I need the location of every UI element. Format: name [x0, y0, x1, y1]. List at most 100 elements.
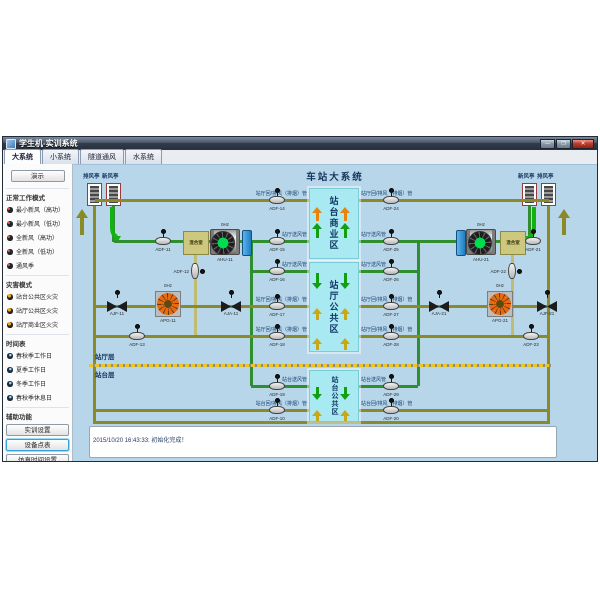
sidebar-item[interactable]: 通风季 [7, 261, 69, 270]
damper-icon[interactable] [523, 332, 539, 340]
shaft-label: 排风亭 [537, 172, 554, 180]
fan-icon [7, 207, 13, 213]
maximize-button[interactable] [556, 139, 571, 149]
tab-大系统[interactable]: 大系统 [4, 149, 41, 165]
device-label: ADF-20 [371, 416, 411, 421]
damper-icon[interactable] [269, 196, 285, 204]
damper-icon[interactable] [155, 237, 171, 245]
vent-shaft [522, 183, 537, 206]
flow-arrow-stem [316, 343, 319, 350]
duct-label: 站厅回/排风（排烟）管 [217, 327, 307, 333]
damper-icon[interactable] [383, 196, 399, 204]
damper-icon[interactable] [269, 382, 285, 390]
damper-icon[interactable] [269, 406, 285, 414]
device-label: ADF-14 [257, 206, 297, 211]
fire-icon [7, 322, 13, 328]
damper-icon[interactable] [383, 332, 399, 340]
aux-button[interactable]: 设备点表 [6, 439, 69, 451]
damper-icon[interactable] [191, 263, 199, 279]
sidebar-item[interactable]: 夏季工作日 [7, 365, 69, 374]
shaft-label: 新风亭 [102, 172, 119, 180]
vent-shaft [106, 183, 121, 206]
app-icon [6, 139, 16, 149]
damper-icon[interactable] [383, 302, 399, 310]
fan-icon [7, 263, 13, 269]
fan-icon [7, 221, 13, 227]
sidebar-item-label: 全新风（低功） [16, 247, 58, 256]
sidebar-item[interactable]: 冬季工作日 [7, 379, 69, 388]
valve-icon[interactable] [221, 299, 241, 310]
device-label: ADF-25 [371, 247, 411, 252]
sidebar-item-label: 夏季工作日 [16, 365, 46, 374]
valve-icon[interactable] [537, 299, 557, 310]
zone-label: 站台商业区 [328, 196, 341, 251]
ahu-fan-icon[interactable] [468, 231, 492, 255]
damper-icon[interactable] [269, 237, 285, 245]
sidebar-item[interactable]: 春秋季工作日 [7, 351, 69, 360]
damper-icon[interactable] [383, 382, 399, 390]
hz-label: 0Hz [480, 283, 520, 288]
damper-icon[interactable] [269, 332, 285, 340]
fresh-air-arrow-icon [106, 207, 124, 243]
damper-icon[interactable] [525, 237, 541, 245]
close-button[interactable] [572, 139, 594, 149]
valve-icon[interactable] [107, 299, 127, 310]
sidebar-item[interactable]: 站厅商业区火灾 [7, 320, 69, 329]
minimize-button[interactable] [540, 139, 555, 149]
motor-stem [231, 294, 232, 298]
damper-icon[interactable] [508, 263, 516, 279]
device-label: ADF-13 [117, 342, 157, 347]
flow-arrow-stem [344, 228, 347, 238]
duct-label: 站台送风管 [217, 377, 307, 383]
damper-icon[interactable] [269, 302, 285, 310]
damper-icon[interactable] [383, 267, 399, 275]
sidebar-item[interactable]: 全新风（高功） [7, 233, 69, 242]
damper-icon[interactable] [383, 406, 399, 414]
sidebar-item[interactable]: 最小新风（低功） [7, 219, 69, 228]
device-label: ADF-27 [371, 312, 411, 317]
ahu-fan-icon[interactable] [211, 231, 235, 255]
exhaust-fan[interactable] [487, 291, 513, 317]
floor-label-upper: 站厅层 [95, 351, 115, 361]
damper-icon[interactable] [383, 237, 399, 245]
tab-水系统[interactable]: 水系统 [125, 149, 162, 164]
shaft-label: 排风亭 [83, 172, 100, 180]
damper-icon[interactable] [129, 332, 145, 340]
flow-arrow-stem [344, 415, 347, 421]
device-label: APG-21 [480, 318, 520, 323]
clock-icon [7, 395, 13, 401]
sidebar-item-label: 最小新风（高功） [16, 205, 64, 214]
valve-icon[interactable] [429, 299, 449, 310]
motor-stem [439, 294, 440, 298]
damper-icon[interactable] [269, 267, 285, 275]
device-label: ADF-23 [511, 342, 551, 347]
aux-button[interactable]: 实训设置 [6, 424, 69, 436]
exhaust-trunk-left [93, 206, 96, 424]
demo-button[interactable]: 演示 [11, 170, 65, 182]
exhaust-fan[interactable] [155, 291, 181, 317]
tab-隧道通风[interactable]: 隧道通风 [80, 149, 124, 164]
sidebar-item-label: 最小新风（低功） [16, 219, 64, 228]
flow-arrow-stem [344, 343, 347, 350]
sidebar-item[interactable]: 站厅公共区火灾 [7, 306, 69, 315]
mixing-chamber[interactable]: 混合室 [183, 231, 209, 255]
shaft-label: 新风亭 [518, 172, 535, 180]
hz-label: 0Hz [461, 222, 501, 227]
tab-小系统[interactable]: 小系统 [42, 149, 79, 164]
big-up-arrow-icon [76, 209, 88, 235]
sidebar-item-label: 冬季工作日 [16, 379, 46, 388]
app-window: 学生机-实训系统 大系统小系统隧道通风水系统 演示 正常工作模式最小新风（高功）… [2, 136, 598, 462]
device-label: AJA-21 [419, 311, 459, 316]
aux-button[interactable]: 仿真时间设置 [6, 454, 69, 461]
device-label: ADF-22 [484, 269, 506, 274]
sidebar-item[interactable]: 春秋季休息日 [7, 393, 69, 402]
flow-arrow-stem [344, 212, 347, 221]
motor-dot [517, 269, 522, 274]
clock-icon [7, 367, 13, 373]
flow-arrow-stem [316, 387, 319, 395]
sidebar-item[interactable]: 全新风（低功） [7, 247, 69, 256]
sidebar-item[interactable]: 站台公共区火灾 [7, 292, 69, 301]
sidebar-item[interactable]: 最小新风（高功） [7, 205, 69, 214]
sidebar-item-label: 春秋季休息日 [16, 393, 52, 402]
section-header: 灾害模式 [6, 275, 69, 289]
